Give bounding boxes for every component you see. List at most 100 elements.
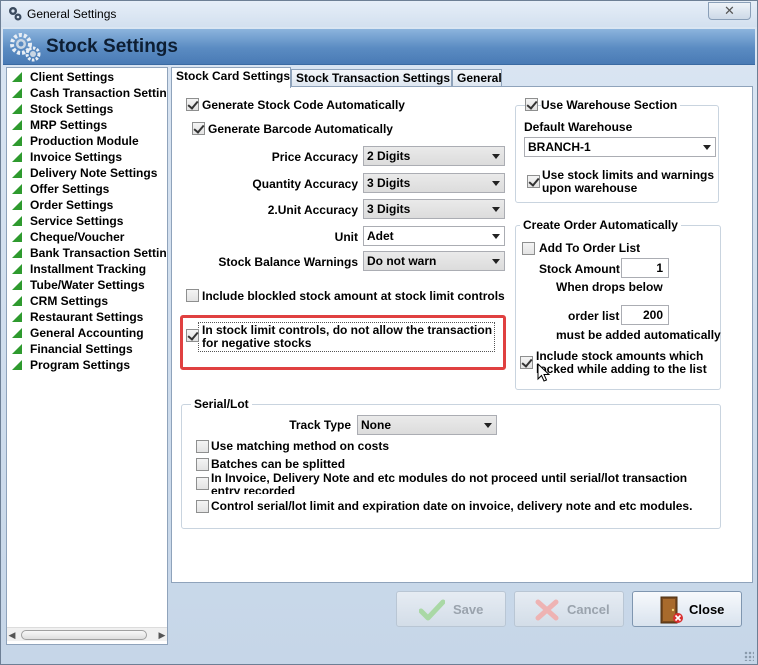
generate-barcode-checkbox[interactable] [192, 122, 205, 135]
matching-method-checkbox[interactable] [196, 440, 209, 453]
matching-method-label: Use matching method on costs [211, 439, 390, 453]
sidebar-item-label: Client Settings [30, 70, 115, 84]
quantity-accuracy-select[interactable]: 3 Digits [363, 173, 505, 193]
sidebar-item-label: Stock Settings [30, 102, 114, 116]
generate-stock-code-checkbox[interactable] [186, 98, 199, 111]
create-order-title: Create Order Automatically [520, 218, 681, 232]
scroll-left-icon[interactable]: ◀ [7, 629, 17, 641]
add-to-order-list-checkbox[interactable] [522, 242, 535, 255]
sidebar-item-label: Cheque/Voucher [30, 230, 125, 244]
sidebar-horizontal-scrollbar[interactable]: ◀ ▶ [7, 627, 167, 641]
sidebar-item[interactable]: Financial Settings [7, 341, 167, 357]
sidebar-item[interactable]: General Accounting [7, 325, 167, 341]
generate-barcode-label: Generate Barcode Automatically [208, 122, 393, 136]
tab-stock-card-settings[interactable]: Stock Card Settings [171, 67, 291, 88]
scrollbar-thumb[interactable] [21, 630, 147, 640]
sidebar-item-label: Invoice Settings [30, 150, 123, 164]
sidebar-item[interactable]: Restaurant Settings [7, 309, 167, 325]
green-triangle-icon [12, 248, 22, 258]
warehouse-limits-checkbox[interactable] [527, 175, 540, 188]
control-limit-checkbox[interactable] [196, 500, 209, 513]
unit2-accuracy-select[interactable]: 3 Digits [363, 199, 505, 219]
sidebar-item[interactable]: Delivery Note Settings [7, 165, 167, 181]
resize-grip[interactable] [744, 651, 754, 661]
sidebar-item-label: Installment Tracking [30, 262, 147, 276]
unit-select[interactable]: Adet [363, 226, 505, 246]
tab-stock-transaction-settings[interactable]: Stock Transaction Settings [291, 69, 452, 87]
settings-sidebar[interactable]: Client Settings Cash Transaction Settings… [6, 67, 168, 645]
stock-balance-warnings-select[interactable]: Do not warn [363, 251, 505, 271]
green-triangle-icon [12, 104, 22, 114]
sidebar-item[interactable]: Offer Settings [7, 181, 167, 197]
green-triangle-icon [12, 152, 22, 162]
chevron-down-icon [484, 423, 492, 428]
sidebar-item[interactable]: Cheque/Voucher [7, 229, 167, 245]
generate-stock-code-label: Generate Stock Code Automatically [202, 98, 405, 112]
price-accuracy-value: 2 Digits [367, 149, 411, 163]
price-accuracy-select[interactable]: 2 Digits [363, 146, 505, 166]
chevron-down-icon [492, 154, 500, 159]
sidebar-item[interactable]: Stock Settings [7, 101, 167, 117]
default-warehouse-select[interactable]: BRANCH-1 [524, 137, 716, 157]
green-triangle-icon [12, 280, 22, 290]
default-warehouse-label: Default Warehouse [524, 120, 633, 134]
tab-general[interactable]: General [452, 69, 502, 87]
stock-amount-input[interactable]: 1 [621, 258, 669, 278]
unit2-accuracy-label: 2.Unit Accuracy [267, 203, 358, 217]
price-accuracy-label: Price Accuracy [271, 150, 358, 164]
sidebar-item-label: Production Module [30, 134, 139, 148]
green-triangle-icon [12, 168, 22, 178]
unit-label: Unit [334, 230, 358, 244]
cancel-button-label: Cancel [567, 602, 610, 617]
track-type-value: None [361, 418, 391, 432]
invoice-proceed-label-line2: entry recorded [211, 485, 296, 494]
green-triangle-icon [12, 184, 22, 194]
chevron-down-icon [703, 145, 711, 150]
sidebar-item[interactable]: Tube/Water Settings [7, 277, 167, 293]
sidebar-item[interactable]: Client Settings [7, 69, 167, 85]
sidebar-item[interactable]: Production Module [7, 133, 167, 149]
include-blocked-checkbox[interactable] [186, 289, 199, 302]
close-button[interactable]: Close [632, 591, 742, 627]
sidebar-item[interactable]: CRM Settings [7, 293, 167, 309]
sidebar-item[interactable]: Service Settings [7, 213, 167, 229]
sidebar-item[interactable]: Bank Transaction Settings [7, 245, 167, 261]
serial-lot-title: Serial/Lot [191, 397, 252, 411]
cancel-button[interactable]: Cancel [514, 591, 624, 627]
tab-label: Stock Transaction Settings [296, 71, 451, 85]
sidebar-list: Client Settings Cash Transaction Settings… [7, 69, 167, 373]
sidebar-item-label: CRM Settings [30, 294, 108, 308]
unit-value: Adet [367, 229, 394, 243]
page-title: Stock Settings [46, 36, 178, 57]
sidebar-item-label: MRP Settings [30, 118, 108, 132]
sidebar-item[interactable]: Cash Transaction Settings [7, 85, 167, 101]
green-triangle-icon [12, 120, 22, 130]
save-button[interactable]: Save [396, 591, 506, 627]
sidebar-item[interactable]: Order Settings [7, 197, 167, 213]
sidebar-item-label: General Accounting [30, 326, 144, 340]
sidebar-item[interactable]: MRP Settings [7, 117, 167, 133]
scroll-right-icon[interactable]: ▶ [157, 629, 167, 641]
chevron-down-icon [492, 259, 500, 264]
include-blocked-label: Include blockled stock amount at stock l… [202, 289, 505, 303]
default-warehouse-value: BRANCH-1 [528, 140, 591, 154]
green-triangle-icon [12, 312, 22, 322]
exit-door-icon [660, 596, 683, 624]
general-settings-window: General Settings ✕ Stock Settings Client… [0, 0, 758, 665]
window-close-button[interactable]: ✕ [708, 2, 751, 20]
sidebar-item[interactable]: Installment Tracking [7, 261, 167, 277]
sidebar-item[interactable]: Invoice Settings [7, 149, 167, 165]
order-list-input[interactable]: 200 [621, 305, 669, 325]
title-bar[interactable]: General Settings ✕ [1, 1, 757, 27]
include-locked-checkbox[interactable] [520, 356, 533, 369]
track-type-select[interactable]: None [357, 415, 497, 435]
sidebar-item[interactable]: Program Settings [7, 357, 167, 373]
sidebar-item-label: Service Settings [30, 214, 124, 228]
green-triangle-icon [12, 232, 22, 242]
batches-split-checkbox[interactable] [196, 458, 209, 471]
quantity-accuracy-value: 3 Digits [367, 176, 411, 190]
no-negative-stock-checkbox[interactable] [186, 329, 199, 342]
stock-balance-warnings-value: Do not warn [367, 254, 437, 268]
invoice-proceed-checkbox[interactable] [196, 477, 209, 490]
use-warehouse-section-checkbox[interactable] [525, 98, 538, 111]
